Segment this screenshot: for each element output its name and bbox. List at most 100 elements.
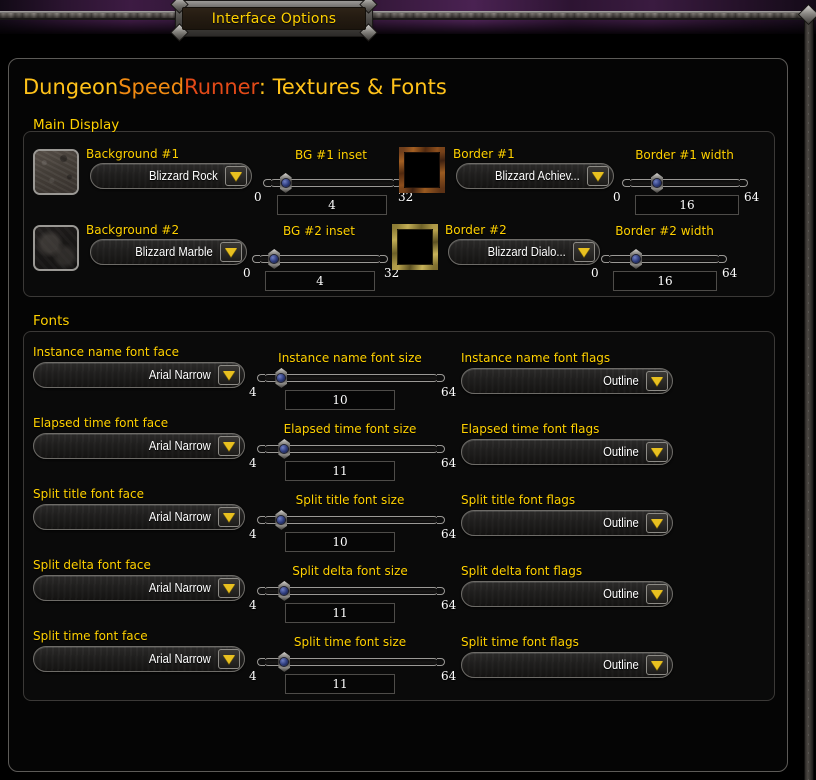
- border-1-width-label: Border #1 width: [635, 148, 734, 162]
- border-2-value: Blizzard Dialo...: [487, 245, 566, 259]
- elapsed-time-font-face-value: Arial Narrow: [148, 439, 211, 453]
- split-title-font-size-slider[interactable]: [257, 510, 445, 530]
- border-1-width-max: 64: [744, 190, 760, 204]
- instance-name-font-size-label: Instance name font size: [278, 351, 422, 365]
- slider-cap-left: [622, 179, 630, 187]
- split-title-font-face-dropdown[interactable]: Arial Narrow: [33, 504, 245, 530]
- chevron-down-icon[interactable]: [646, 584, 668, 604]
- instance-name-font-size-min: 4: [249, 385, 257, 399]
- border-1-width-slider[interactable]: [622, 173, 748, 193]
- split-time-font-size-slider[interactable]: [257, 652, 445, 672]
- elapsed-time-font-size-label: Elapsed time font size: [283, 422, 417, 436]
- border-2-preview[interactable]: [392, 224, 438, 270]
- instance-name-font-face-label: Instance name font face: [33, 345, 179, 359]
- chevron-down-icon[interactable]: [646, 442, 668, 462]
- border-2-width-label: Border #2 width: [615, 224, 714, 238]
- chevron-down-icon[interactable]: [646, 513, 668, 533]
- bg-2-inset-slider[interactable]: [252, 249, 388, 269]
- top-divider-bar: [0, 11, 816, 20]
- tab-interface-options[interactable]: Interface Options: [171, 0, 377, 41]
- split-time-font-face-value: Arial Narrow: [148, 652, 211, 666]
- background-2-dropdown[interactable]: Blizzard Marble: [90, 239, 247, 265]
- split-title-font-size-max: 64: [441, 527, 457, 541]
- split-time-font-size-max: 64: [441, 669, 457, 683]
- chevron-down-icon[interactable]: [220, 242, 242, 262]
- border-1-width-value[interactable]: 16: [635, 195, 739, 215]
- elapsed-time-font-flags-label: Elapsed time font flags: [461, 422, 600, 436]
- border-1-preview[interactable]: [399, 147, 445, 193]
- border-1-label: Border #1: [453, 147, 515, 161]
- slider-cap-right: [437, 516, 445, 524]
- split-time-font-face-label: Split time font face: [33, 629, 148, 643]
- chevron-down-icon[interactable]: [646, 371, 668, 391]
- split-delta-font-face-dropdown[interactable]: Arial Narrow: [33, 575, 245, 601]
- border-2-width-slider[interactable]: [601, 249, 727, 269]
- chevron-down-icon[interactable]: [218, 578, 240, 598]
- split-time-font-flags-dropdown[interactable]: Outline: [461, 652, 673, 678]
- elapsed-time-font-face-label: Elapsed time font face: [33, 416, 169, 430]
- chevron-down-icon[interactable]: [587, 166, 609, 186]
- options-panel: DungeonSpeedRunner: Textures & Fonts Mai…: [8, 58, 788, 772]
- split-delta-font-size-slider[interactable]: [257, 581, 445, 601]
- slider-cap-right: [437, 658, 445, 666]
- elapsed-time-font-size-slider[interactable]: [257, 439, 445, 459]
- split-title-font-face-value: Arial Narrow: [148, 510, 211, 524]
- instance-name-font-size-slider[interactable]: [257, 368, 445, 388]
- chevron-down-icon[interactable]: [218, 365, 240, 385]
- chevron-down-icon[interactable]: [225, 166, 247, 186]
- bg-1-inset-min: 0: [254, 190, 262, 204]
- instance-name-font-face-dropdown[interactable]: Arial Narrow: [33, 362, 245, 388]
- split-title-font-face-label: Split title font face: [33, 487, 144, 501]
- split-time-font-face-dropdown[interactable]: Arial Narrow: [33, 646, 245, 672]
- chevron-down-icon[interactable]: [218, 507, 240, 527]
- border-2-width-value[interactable]: 16: [613, 271, 717, 291]
- instance-name-font-size-value[interactable]: 10: [285, 390, 395, 410]
- rock-texture-icon: [35, 151, 77, 193]
- border-2-dropdown[interactable]: Blizzard Dialo...: [448, 239, 600, 265]
- border-2-width-min: 0: [591, 266, 599, 280]
- slider-cap-left: [252, 255, 260, 263]
- split-delta-font-flags-dropdown[interactable]: Outline: [461, 581, 673, 607]
- page-title-part2: Speed: [118, 75, 185, 99]
- split-delta-font-size-max: 64: [441, 598, 457, 612]
- slider-cap-left: [263, 179, 271, 187]
- elapsed-time-font-face-dropdown[interactable]: Arial Narrow: [33, 433, 245, 459]
- border-1-dropdown[interactable]: Blizzard Achiev...: [456, 163, 614, 189]
- page-title-part4: : Textures & Fonts: [258, 75, 447, 99]
- slider-cap-right: [437, 374, 445, 382]
- split-delta-font-size-value[interactable]: 11: [285, 603, 395, 623]
- group-label-main-display: Main Display: [33, 117, 120, 133]
- slider-cap-right: [719, 255, 727, 263]
- chevron-down-icon[interactable]: [218, 436, 240, 456]
- split-title-font-flags-dropdown[interactable]: Outline: [461, 510, 673, 536]
- elapsed-time-font-size-value[interactable]: 11: [285, 461, 395, 481]
- right-frame-edge[interactable]: [804, 14, 814, 780]
- bg-1-inset-value[interactable]: 4: [277, 195, 387, 215]
- elapsed-time-font-size-min: 4: [249, 456, 257, 470]
- tab-frame: Interface Options: [171, 0, 377, 41]
- page-title-part1: Dungeon: [23, 75, 119, 99]
- slider-cap-left: [257, 516, 265, 524]
- background-1-dropdown[interactable]: Blizzard Rock: [90, 163, 252, 189]
- slider-cap-right: [437, 587, 445, 595]
- bg-2-inset-value[interactable]: 4: [265, 271, 375, 291]
- instance-name-font-size-max: 64: [441, 385, 457, 399]
- split-time-font-size-label: Split time font size: [293, 635, 407, 649]
- chevron-down-icon[interactable]: [218, 649, 240, 669]
- background-1-preview[interactable]: [33, 149, 79, 195]
- split-delta-font-flags-label: Split delta font flags: [461, 564, 583, 578]
- split-title-font-size-value[interactable]: 10: [285, 532, 395, 552]
- chevron-down-icon[interactable]: [646, 655, 668, 675]
- chevron-down-icon[interactable]: [573, 242, 595, 262]
- bg-1-inset-slider[interactable]: [263, 173, 402, 193]
- elapsed-time-font-size-max: 64: [441, 456, 457, 470]
- instance-name-font-flags-label: Instance name font flags: [461, 351, 611, 365]
- background-1-label: Background #1: [86, 147, 180, 161]
- slider-cap-right: [740, 179, 748, 187]
- split-delta-font-face-label: Split delta font face: [33, 558, 151, 572]
- instance-name-font-flags-dropdown[interactable]: Outline: [461, 368, 673, 394]
- split-time-font-size-value[interactable]: 11: [285, 674, 395, 694]
- elapsed-time-font-flags-dropdown[interactable]: Outline: [461, 439, 673, 465]
- group-label-fonts: Fonts: [33, 313, 70, 329]
- background-2-preview[interactable]: [33, 225, 79, 271]
